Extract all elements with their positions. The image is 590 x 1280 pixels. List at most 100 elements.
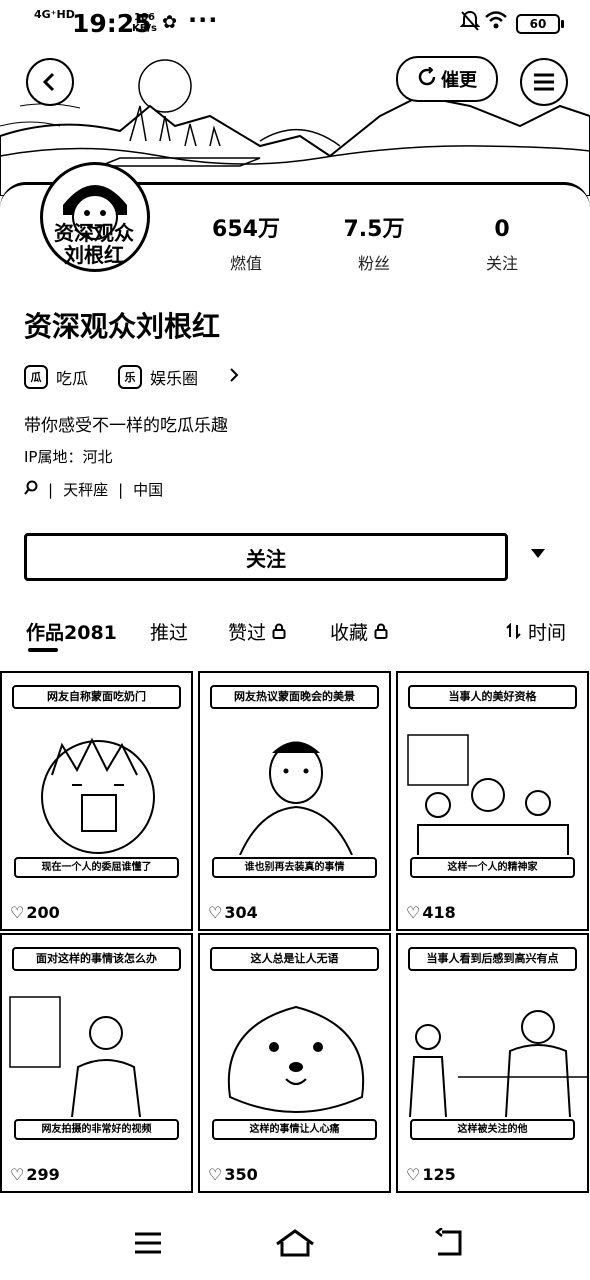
stat-likes[interactable]: 654万 燃值 <box>186 216 306 274</box>
video-top-caption: 面对这样的事情该怎么办 <box>12 947 181 971</box>
tab-favorites[interactable]: 收藏 <box>330 618 388 645</box>
lock-icon <box>374 622 388 644</box>
profile-tags: 瓜 吃瓜 乐 娱乐圈 <box>24 364 240 390</box>
tag-label-entertainment[interactable]: 娱乐圈 <box>150 365 198 389</box>
video-bottom-caption: 这样一个人的精神家 <box>410 857 575 878</box>
video-thumbnail <box>407 734 569 855</box>
video-thumbnail <box>41 737 155 854</box>
country-label: 中国 <box>133 481 164 499</box>
video-bottom-caption: 现在一个人的委屈谁懂了 <box>14 857 179 878</box>
battery-indicator: 60 <box>516 14 564 34</box>
heart-icon: ♡ <box>10 1165 25 1184</box>
video-likes: ♡ 350 <box>208 1165 258 1184</box>
network-speed-unit: KB/s <box>132 23 157 34</box>
video-tile[interactable]: 当事人看到后感到高兴有点 这样被关注的他 ♡ 125 <box>396 933 589 1193</box>
menu-button[interactable] <box>520 58 568 106</box>
stat-followers[interactable]: 7.5万 粉丝 <box>314 216 434 274</box>
video-tile[interactable]: 当事人的美好资格 这样一个人的精神家 ♡ 418 <box>396 671 589 931</box>
video-likes: ♡ 125 <box>406 1165 456 1184</box>
chevron-left-icon <box>42 72 55 92</box>
avatar-caption-top: 资深观众 <box>54 221 134 245</box>
system-navigation-bar <box>0 1212 590 1280</box>
video-thumbnail <box>9 996 141 1117</box>
video-top-caption: 这人总是让人无语 <box>210 947 379 971</box>
video-likes-count: 125 <box>422 1165 456 1184</box>
follow-button[interactable]: 关注 <box>24 533 508 581</box>
status-bar: 4G⁺HD 19:25 186 KB/s ✿ ··· 60 <box>0 0 590 46</box>
profile-meta: | 天秤座 | 中国 <box>24 479 163 500</box>
avatar-caption: 资深观众 刘根红 <box>36 222 152 266</box>
sort-label: 时间 <box>528 622 567 644</box>
video-top-caption: 网友热议蒙面晚会的美景 <box>210 685 379 709</box>
recent-apps-button[interactable] <box>133 1230 163 1260</box>
video-tile[interactable]: 网友热议蒙面晚会的美景 谁也别再去装真的事情 ♡ 304 <box>198 671 391 931</box>
chevron-right-icon[interactable] <box>228 367 240 387</box>
home-button[interactable] <box>274 1228 316 1262</box>
heart-icon: ♡ <box>406 903 421 922</box>
more-notifications-dots: ··· <box>188 6 219 34</box>
video-tile[interactable]: 网友自称蒙面吃奶门 现在一个人的委屈谁懂了 ♡ 200 <box>0 671 193 931</box>
video-thumbnail <box>227 1005 365 1113</box>
active-tab-indicator <box>28 648 58 652</box>
urge-update-label: 催更 <box>441 70 477 91</box>
video-likes: ♡ 200 <box>10 903 60 922</box>
tab-works[interactable]: 作品2081 <box>26 618 117 645</box>
back-nav-button[interactable] <box>434 1227 466 1262</box>
tab-liked[interactable]: 赞过 <box>228 618 286 645</box>
stat-followers-label: 粉丝 <box>357 254 390 273</box>
network-speed: 186 KB/s <box>132 12 157 34</box>
tab-favorites-label: 收藏 <box>330 622 369 644</box>
video-likes-count: 200 <box>26 903 60 922</box>
sort-by-time[interactable]: 时间 <box>506 618 566 645</box>
stat-followers-value: 7.5万 <box>343 217 405 242</box>
video-likes: ♡ 299 <box>10 1165 60 1184</box>
network-indicator: 4G⁺HD <box>34 8 75 21</box>
video-top-caption: 网友自称蒙面吃奶门 <box>12 685 181 709</box>
wifi-icon <box>484 10 508 35</box>
video-tile[interactable]: 这人总是让人无语 这样的事情让人心痛 ♡ 350 <box>198 933 391 1193</box>
video-thumbnail <box>409 1010 587 1117</box>
heart-icon: ♡ <box>208 1165 223 1184</box>
video-tile[interactable]: 面对这样的事情该怎么办 网友拍摄的非常好的视频 ♡ 299 <box>0 933 193 1193</box>
tag-label-chigua[interactable]: 吃瓜 <box>56 365 88 389</box>
profile-bio: 带你感受不一样的吃瓜乐趣 <box>24 416 228 436</box>
stat-following-value: 0 <box>494 217 510 242</box>
wechat-icon: ✿ <box>162 12 178 33</box>
ip-location: IP属地：河北 <box>24 448 113 466</box>
video-bottom-caption: 这样的事情让人心痛 <box>212 1119 377 1140</box>
video-bottom-caption: 网友拍摄的非常好的视频 <box>14 1119 179 1140</box>
profile-tabs: 作品2081 推过 赞过 收藏 时间 <box>0 612 590 656</box>
tab-recommended[interactable]: 推过 <box>150 618 188 645</box>
heart-icon: ♡ <box>406 1165 421 1184</box>
stat-likes-value: 654万 <box>212 217 280 242</box>
heart-icon: ♡ <box>10 903 25 922</box>
video-likes-count: 418 <box>422 903 456 922</box>
back-arrow-icon <box>434 1227 462 1256</box>
home-icon <box>276 1229 314 1257</box>
heart-icon: ♡ <box>208 903 223 922</box>
network-speed-value: 186 <box>134 12 155 23</box>
stat-following[interactable]: 0 关注 <box>442 216 562 274</box>
profile-name: 资深观众刘根红 <box>24 310 221 343</box>
more-options-button[interactable] <box>530 540 546 564</box>
meta-separator: | <box>48 480 54 499</box>
tab-liked-label: 赞过 <box>228 622 267 644</box>
video-grid: 网友自称蒙面吃奶门 现在一个人的委屈谁懂了 ♡ 200 网友热议蒙面晚会的美景 … <box>0 671 590 1211</box>
video-likes-count: 299 <box>26 1165 60 1184</box>
sort-icon <box>506 622 522 644</box>
stat-likes-label: 燃值 <box>229 254 262 273</box>
video-bottom-caption: 谁也别再去装真的事情 <box>212 857 377 878</box>
video-likes: ♡ 418 <box>406 903 456 922</box>
meta-separator: | <box>118 480 124 499</box>
video-top-caption: 当事人的美好资格 <box>408 685 577 709</box>
mute-icon <box>459 10 481 37</box>
video-top-caption: 当事人看到后感到高兴有点 <box>408 947 577 971</box>
video-likes: ♡ 304 <box>208 903 258 922</box>
urge-update-button[interactable]: 催更 <box>396 56 498 102</box>
urge-update-icon <box>417 65 437 92</box>
zodiac-label: 天秤座 <box>63 481 109 499</box>
back-button[interactable] <box>26 58 74 106</box>
entertainment-tag-icon: 乐 <box>118 365 143 389</box>
stat-following-label: 关注 <box>485 254 518 273</box>
lock-icon <box>272 622 286 644</box>
